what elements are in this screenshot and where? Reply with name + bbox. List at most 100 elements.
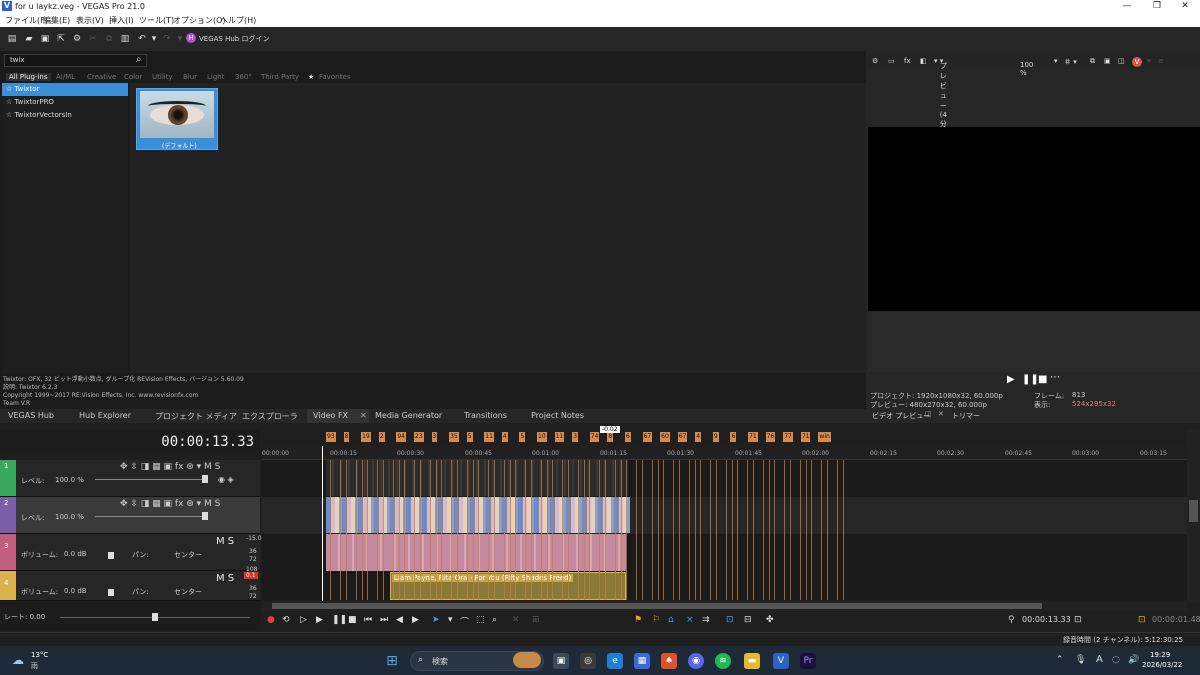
tab-ai-ml[interactable]: AI/ML bbox=[56, 73, 75, 81]
selection-tool-icon[interactable]: ⬚ bbox=[476, 615, 485, 625]
tab-project-media[interactable]: プロジェクト メディア bbox=[155, 411, 237, 422]
external-monitor-icon[interactable]: ▭ bbox=[888, 57, 895, 65]
timeline-marker[interactable]: 6 bbox=[730, 432, 737, 442]
timeline-marker[interactable]: 4 bbox=[501, 432, 508, 442]
plugin-item[interactable]: ☆ Twixtor bbox=[2, 83, 128, 96]
rate-slider-handle[interactable] bbox=[152, 613, 158, 621]
fx-search-input[interactable]: twix bbox=[4, 54, 147, 67]
vertical-scroll-thumb[interactable] bbox=[1189, 500, 1198, 522]
tab-vegas-hub[interactable]: VEGAS Hub bbox=[8, 411, 54, 420]
tab-media-generator[interactable]: Media Generator bbox=[375, 411, 442, 420]
track-motion-icon[interactable]: ◉ ◈ bbox=[218, 475, 234, 484]
audio-track-3[interactable]: 3 ボリューム: 0.0 dB パン: センター M S -15.0 36 72 bbox=[0, 534, 262, 571]
vegas-hub-icon[interactable]: H bbox=[186, 33, 196, 43]
overlay-icon[interactable]: ◫ bbox=[1118, 57, 1125, 65]
time-ruler[interactable]: 00:00:00 00:00:15 00:00:30 00:00:45 00:0… bbox=[262, 446, 1187, 460]
menu-tools[interactable]: ツール(T) bbox=[139, 15, 174, 26]
menu-help[interactable]: ヘルプ(H) bbox=[220, 15, 256, 26]
open-folder-icon[interactable]: ▰ bbox=[24, 34, 34, 44]
mute-solo-buttons[interactable]: M S bbox=[216, 573, 234, 584]
timeline-marker[interactable]: 71 bbox=[800, 432, 811, 442]
tab-video-fx[interactable]: Video FX bbox=[313, 411, 348, 420]
timeline-marker[interactable]: 10 bbox=[537, 432, 547, 442]
menu-view[interactable]: 表示(V) bbox=[76, 15, 104, 26]
file-explorer-icon[interactable]: ▬ bbox=[744, 653, 760, 669]
store-icon[interactable]: ▦ bbox=[634, 653, 650, 669]
snapping-icon[interactable]: ⌂ bbox=[668, 615, 674, 625]
pause-icon[interactable]: ❚❚ bbox=[1022, 374, 1039, 385]
menu-insert[interactable]: 挿入(I) bbox=[109, 15, 134, 26]
timeline-marker[interactable]: 71 bbox=[748, 432, 758, 442]
timeline-marker[interactable]: 11 bbox=[554, 432, 565, 442]
cut-icon[interactable]: ✂ bbox=[88, 34, 98, 44]
tab-360[interactable]: 360° bbox=[235, 73, 252, 81]
vegas-v-icon[interactable]: V bbox=[1132, 57, 1142, 67]
search-icon[interactable]: ⌕ bbox=[136, 54, 142, 65]
mute-icon[interactable]: ✶ bbox=[1146, 57, 1152, 65]
tab-light[interactable]: Light bbox=[207, 73, 224, 81]
render-icon[interactable]: ⇱ bbox=[56, 34, 66, 44]
menu-lines-icon[interactable]: ≡ bbox=[1158, 57, 1164, 65]
discord-icon[interactable]: ◉ bbox=[688, 653, 704, 669]
paste-icon[interactable]: ▥ bbox=[120, 34, 130, 44]
tab-utility[interactable]: Utility bbox=[152, 73, 173, 81]
prev-frame-icon[interactable]: ◀ bbox=[396, 615, 403, 625]
timeline-marker[interactable]: win bbox=[818, 432, 831, 442]
insert-region-icon[interactable]: ⚐ bbox=[652, 615, 660, 625]
undo-dropdown-icon[interactable]: ▾ bbox=[149, 34, 159, 44]
volume-slider-handle[interactable] bbox=[108, 589, 114, 596]
timeline-marker[interactable]: 76 bbox=[765, 432, 776, 442]
delete-icon[interactable]: ✕ bbox=[512, 615, 520, 625]
maximize-button[interactable]: ❐ bbox=[1142, 0, 1172, 13]
timeline-marker[interactable]: 11 bbox=[484, 432, 494, 442]
microphone-icon[interactable]: 🎙 bbox=[1075, 655, 1086, 665]
tab-blur[interactable]: Blur bbox=[183, 73, 197, 81]
timeline-marker[interactable]: 35 bbox=[449, 432, 459, 442]
auto-crossfade-icon[interactable]: ⨯ bbox=[686, 615, 694, 625]
tab-video-preview[interactable]: ビデオ プレビュー bbox=[872, 411, 930, 421]
timeline-marker[interactable]: 60 bbox=[660, 432, 670, 442]
pause-icon[interactable]: ❚❚ bbox=[332, 615, 347, 625]
tab-hub-explorer[interactable]: Hub Explorer bbox=[79, 411, 131, 420]
tab-color[interactable]: Color bbox=[124, 73, 142, 81]
loop-icon[interactable]: ⟲ bbox=[282, 615, 290, 625]
timeline-marker[interactable]: 67 bbox=[677, 432, 688, 442]
audio-track-4[interactable]: 4 ボリューム: 0.0 dB パン: センター M S 108 0.1 36 … bbox=[0, 566, 260, 601]
copilot-icon[interactable]: ◎ bbox=[580, 653, 596, 669]
tab-third-party[interactable]: Third Party bbox=[261, 73, 299, 81]
save-icon[interactable]: ▣ bbox=[40, 34, 50, 44]
record-icon[interactable]: ● bbox=[267, 615, 275, 625]
next-frame-icon[interactable]: ▶ bbox=[412, 615, 419, 625]
premiere-pro-icon[interactable]: Pr bbox=[800, 653, 816, 669]
track-buttons[interactable]: ✥ ⇳ ◨ ▦ ▣ fx ⊛ ▾ M S bbox=[120, 499, 220, 509]
tray-chevron-icon[interactable]: ⌃ bbox=[1056, 655, 1064, 665]
tab-transitions[interactable]: Transitions bbox=[464, 411, 507, 420]
timeline-marker[interactable]: 8 bbox=[343, 432, 350, 442]
tab-project-notes[interactable]: Project Notes bbox=[531, 411, 584, 420]
redo-icon[interactable]: ↷ bbox=[162, 34, 172, 44]
timeline-marker[interactable]: 5 bbox=[466, 432, 473, 442]
play-from-start-icon[interactable]: ▷ bbox=[300, 615, 307, 625]
horizontal-scroll-thumb[interactable] bbox=[272, 603, 1042, 609]
tab-creative[interactable]: Creative bbox=[87, 73, 116, 81]
preview-settings-gear-icon[interactable]: ⚙ bbox=[872, 57, 878, 65]
close-tab-icon[interactable]: ✕ bbox=[938, 410, 944, 418]
vegas-pro-icon[interactable]: V bbox=[773, 653, 789, 669]
windows-start-icon[interactable]: ⊞ bbox=[384, 653, 400, 669]
go-to-start-icon[interactable]: ⏮ bbox=[364, 615, 372, 625]
level-slider-handle[interactable] bbox=[202, 512, 208, 520]
volume-slider-handle[interactable] bbox=[108, 552, 114, 559]
timeline-marker[interactable]: 4 bbox=[695, 432, 702, 442]
timeline-marker[interactable]: 3 bbox=[431, 432, 438, 442]
quality-dropdown[interactable]: ▾ プレビュー (4分の1) ▾ bbox=[934, 57, 947, 147]
timeline-marker[interactable]: 93 bbox=[326, 432, 336, 442]
play-icon[interactable]: ▶ bbox=[316, 615, 323, 625]
lock-envelopes-icon[interactable]: ⊡ bbox=[726, 615, 734, 625]
timeline-marker[interactable]: 74 bbox=[589, 432, 600, 442]
envelope-tool-icon[interactable]: ⌒ bbox=[460, 615, 469, 628]
tab-trimmer[interactable]: トリマー bbox=[952, 411, 980, 421]
auto-ripple-icon[interactable]: ⇉ bbox=[702, 615, 710, 625]
split-screen-icon[interactable]: ◧ bbox=[920, 57, 927, 65]
mute-solo-buttons[interactable]: M S bbox=[216, 536, 234, 547]
level-slider-handle[interactable] bbox=[202, 475, 208, 483]
